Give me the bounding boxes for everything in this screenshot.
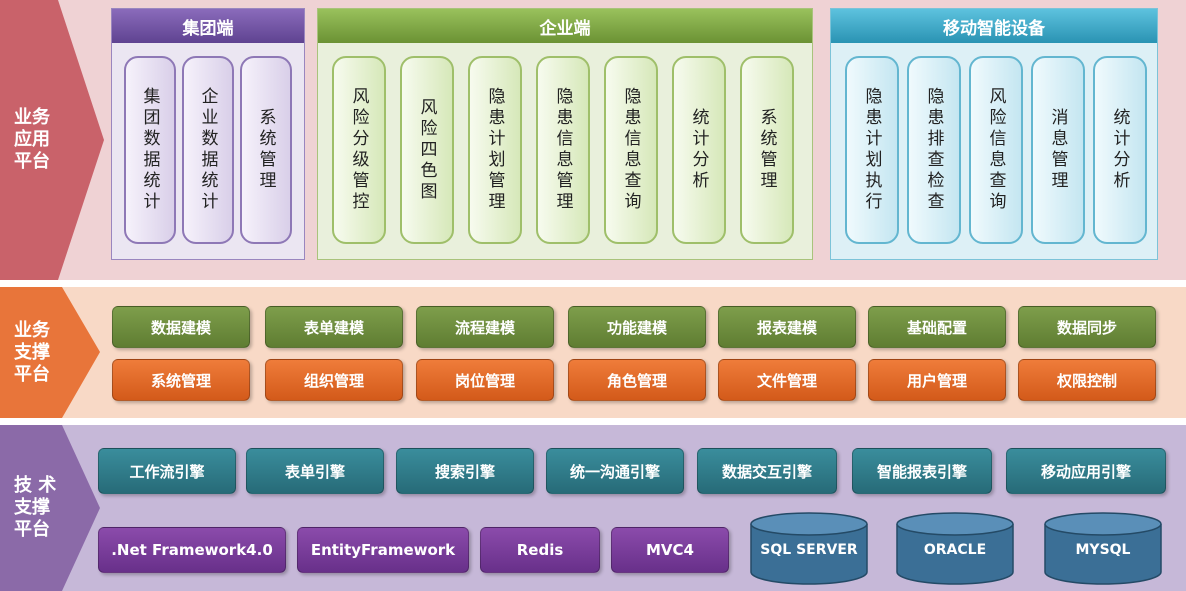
engine-pill: 数据交互引擎 (697, 448, 837, 494)
group-section-title: 集团端 (112, 9, 304, 43)
mobile-card: 隐患计划执行 (845, 56, 899, 244)
mobile-card: 风险信息查询 (969, 56, 1023, 244)
engine-pill: 搜索引擎 (396, 448, 534, 494)
support-pill-orange: 组织管理 (265, 359, 403, 401)
enterprise-card: 隐患计划管理 (468, 56, 522, 244)
database-label: MYSQL (1075, 542, 1131, 558)
framework-pill: EntityFramework (297, 527, 469, 573)
database-label: ORACLE (923, 542, 987, 558)
enterprise-card: 系统管理 (740, 56, 794, 244)
support-pill-green: 数据同步 (1018, 306, 1156, 348)
database-label: SQL SERVER (760, 542, 858, 558)
enterprise-card: 风险四色图 (400, 56, 454, 244)
enterprise-card: 隐患信息查询 (604, 56, 658, 244)
support-band-label: 业务 支撑 平台 (14, 319, 50, 385)
support-pill-orange: 文件管理 (718, 359, 856, 401)
support-pill-green: 功能建模 (568, 306, 706, 348)
engine-pill: 统一沟通引擎 (546, 448, 684, 494)
database-cylinder: SQL SERVER (750, 512, 868, 585)
support-pill-green: 数据建模 (112, 306, 250, 348)
mobile-card: 隐患排查检查 (907, 56, 961, 244)
support-pill-green: 报表建模 (718, 306, 856, 348)
database-cylinder: MYSQL (1044, 512, 1162, 585)
mobile-card: 消息管理 (1031, 56, 1085, 244)
enterprise-card: 风险分级管控 (332, 56, 386, 244)
framework-pill: MVC4 (611, 527, 729, 573)
enterprise-card: 隐患信息管理 (536, 56, 590, 244)
enterprise-section-title: 企业端 (318, 9, 812, 43)
group-card: 企业数据统计 (182, 56, 234, 244)
support-pill-green: 基础配置 (868, 306, 1006, 348)
engine-pill: 工作流引擎 (98, 448, 236, 494)
group-card: 集团数据统计 (124, 56, 176, 244)
tech-band-label: 技 术 支撑 平台 (14, 475, 57, 540)
engine-pill: 移动应用引擎 (1006, 448, 1166, 494)
support-pill-orange: 系统管理 (112, 359, 250, 401)
enterprise-card: 统计分析 (672, 56, 726, 244)
database-cylinder: ORACLE (896, 512, 1014, 585)
framework-pill: .Net Framework4.0 (98, 527, 286, 573)
engine-pill: 智能报表引擎 (852, 448, 992, 494)
support-pill-green: 流程建模 (416, 306, 554, 348)
mobile-section-title: 移动智能设备 (831, 9, 1157, 43)
app-band-label: 业务 应用 平台 (14, 107, 50, 172)
mobile-card: 统计分析 (1093, 56, 1147, 244)
support-pill-orange: 用户管理 (868, 359, 1006, 401)
framework-pill: Redis (480, 527, 600, 573)
support-pill-orange: 岗位管理 (416, 359, 554, 401)
support-pill-orange: 权限控制 (1018, 359, 1156, 401)
group-card: 系统管理 (240, 56, 292, 244)
support-pill-green: 表单建模 (265, 306, 403, 348)
support-pill-orange: 角色管理 (568, 359, 706, 401)
engine-pill: 表单引擎 (246, 448, 384, 494)
